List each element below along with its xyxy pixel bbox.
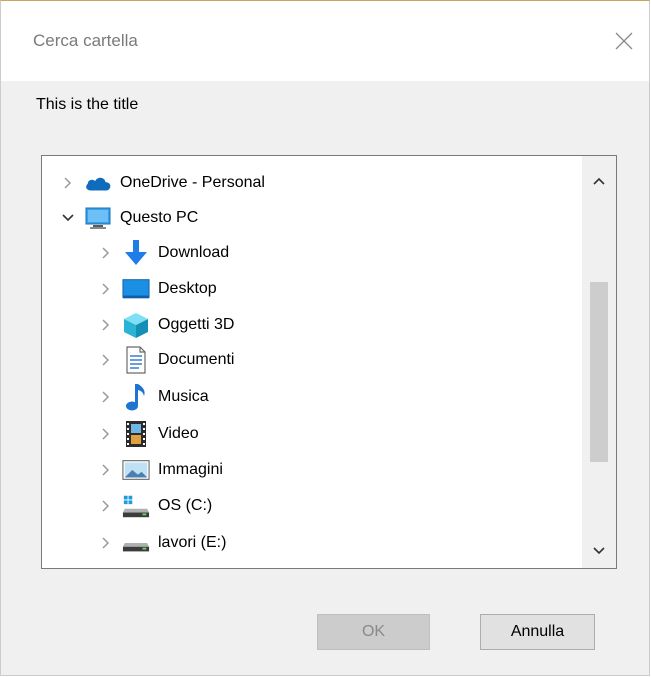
tree-item-video[interactable]: Video xyxy=(96,417,199,451)
desktop-icon xyxy=(122,276,150,302)
tree-item-documents[interactable]: Documenti xyxy=(96,343,234,377)
tree-item-download[interactable]: Download xyxy=(96,236,229,270)
chevron-right-icon[interactable] xyxy=(96,350,116,370)
3d-objects-icon xyxy=(122,312,150,338)
documents-icon xyxy=(122,346,150,374)
tree-item-drive-c[interactable]: OS (C:) xyxy=(96,489,212,523)
tree-item-music[interactable]: Musica xyxy=(96,380,209,414)
vertical-scrollbar[interactable] xyxy=(582,156,616,568)
close-button[interactable] xyxy=(599,19,649,63)
tree-item-label: Desktop xyxy=(158,280,217,297)
tree-item-3d-objects[interactable]: Oggetti 3D xyxy=(96,308,234,342)
chevron-right-icon[interactable] xyxy=(96,279,116,299)
window-title: Cerca cartella xyxy=(33,31,138,50)
download-arrow-icon xyxy=(122,240,150,266)
tree-item-label: Musica xyxy=(158,388,209,405)
onedrive-cloud-icon xyxy=(84,170,112,196)
tree-item-onedrive[interactable]: OneDrive - Personal xyxy=(58,166,265,200)
ok-button[interactable]: OK xyxy=(317,614,430,650)
scroll-down-button[interactable] xyxy=(582,534,616,568)
chevron-up-icon xyxy=(593,177,605,185)
tree-item-label: Documenti xyxy=(158,351,235,368)
title-bar: Cerca cartella xyxy=(1,1,649,81)
chevron-right-icon[interactable] xyxy=(96,387,116,407)
tree-item-label: lavori (E:) xyxy=(158,534,227,551)
cancel-button[interactable]: Annulla xyxy=(480,614,595,650)
chevron-right-icon[interactable] xyxy=(96,533,116,553)
tree-item-label: Video xyxy=(158,425,199,442)
music-note-icon xyxy=(122,384,150,411)
scroll-thumb[interactable] xyxy=(590,282,608,462)
chevron-right-icon[interactable] xyxy=(58,173,78,193)
tree-item-label: Immagini xyxy=(158,461,223,478)
close-icon xyxy=(615,32,633,50)
system-drive-icon xyxy=(122,493,150,519)
browse-folder-dialog: Cerca cartella This is the title OneDriv… xyxy=(0,0,650,676)
this-pc-icon xyxy=(84,205,112,231)
tree-item-label: Download xyxy=(158,244,230,261)
tree-item-drive-e[interactable]: lavori (E:) xyxy=(96,526,226,560)
tree-item-label: Questo PC xyxy=(120,209,199,226)
tree-item-label: OS (C:) xyxy=(158,497,213,514)
drive-icon xyxy=(122,530,150,556)
tree-item-this-pc[interactable]: Questo PC xyxy=(58,201,198,235)
tree-item-pictures[interactable]: Immagini xyxy=(96,453,223,487)
chevron-right-icon[interactable] xyxy=(96,243,116,263)
tree-item-desktop[interactable]: Desktop xyxy=(96,272,217,306)
tree-item-label: Oggetti 3D xyxy=(158,316,235,333)
scroll-up-button[interactable] xyxy=(582,164,616,198)
chevron-down-icon xyxy=(593,547,605,555)
folder-tree[interactable]: OneDrive - Personal Questo PC Download D… xyxy=(41,155,617,569)
chevron-right-icon[interactable] xyxy=(96,315,116,335)
chevron-right-icon[interactable] xyxy=(96,460,116,480)
tree-item-label: OneDrive - Personal xyxy=(120,174,265,191)
pictures-icon xyxy=(122,457,150,483)
chevron-down-icon[interactable] xyxy=(58,208,78,228)
chevron-right-icon[interactable] xyxy=(96,424,116,444)
dialog-description: This is the title xyxy=(36,96,139,113)
chevron-right-icon[interactable] xyxy=(96,496,116,516)
video-film-icon xyxy=(122,421,150,447)
